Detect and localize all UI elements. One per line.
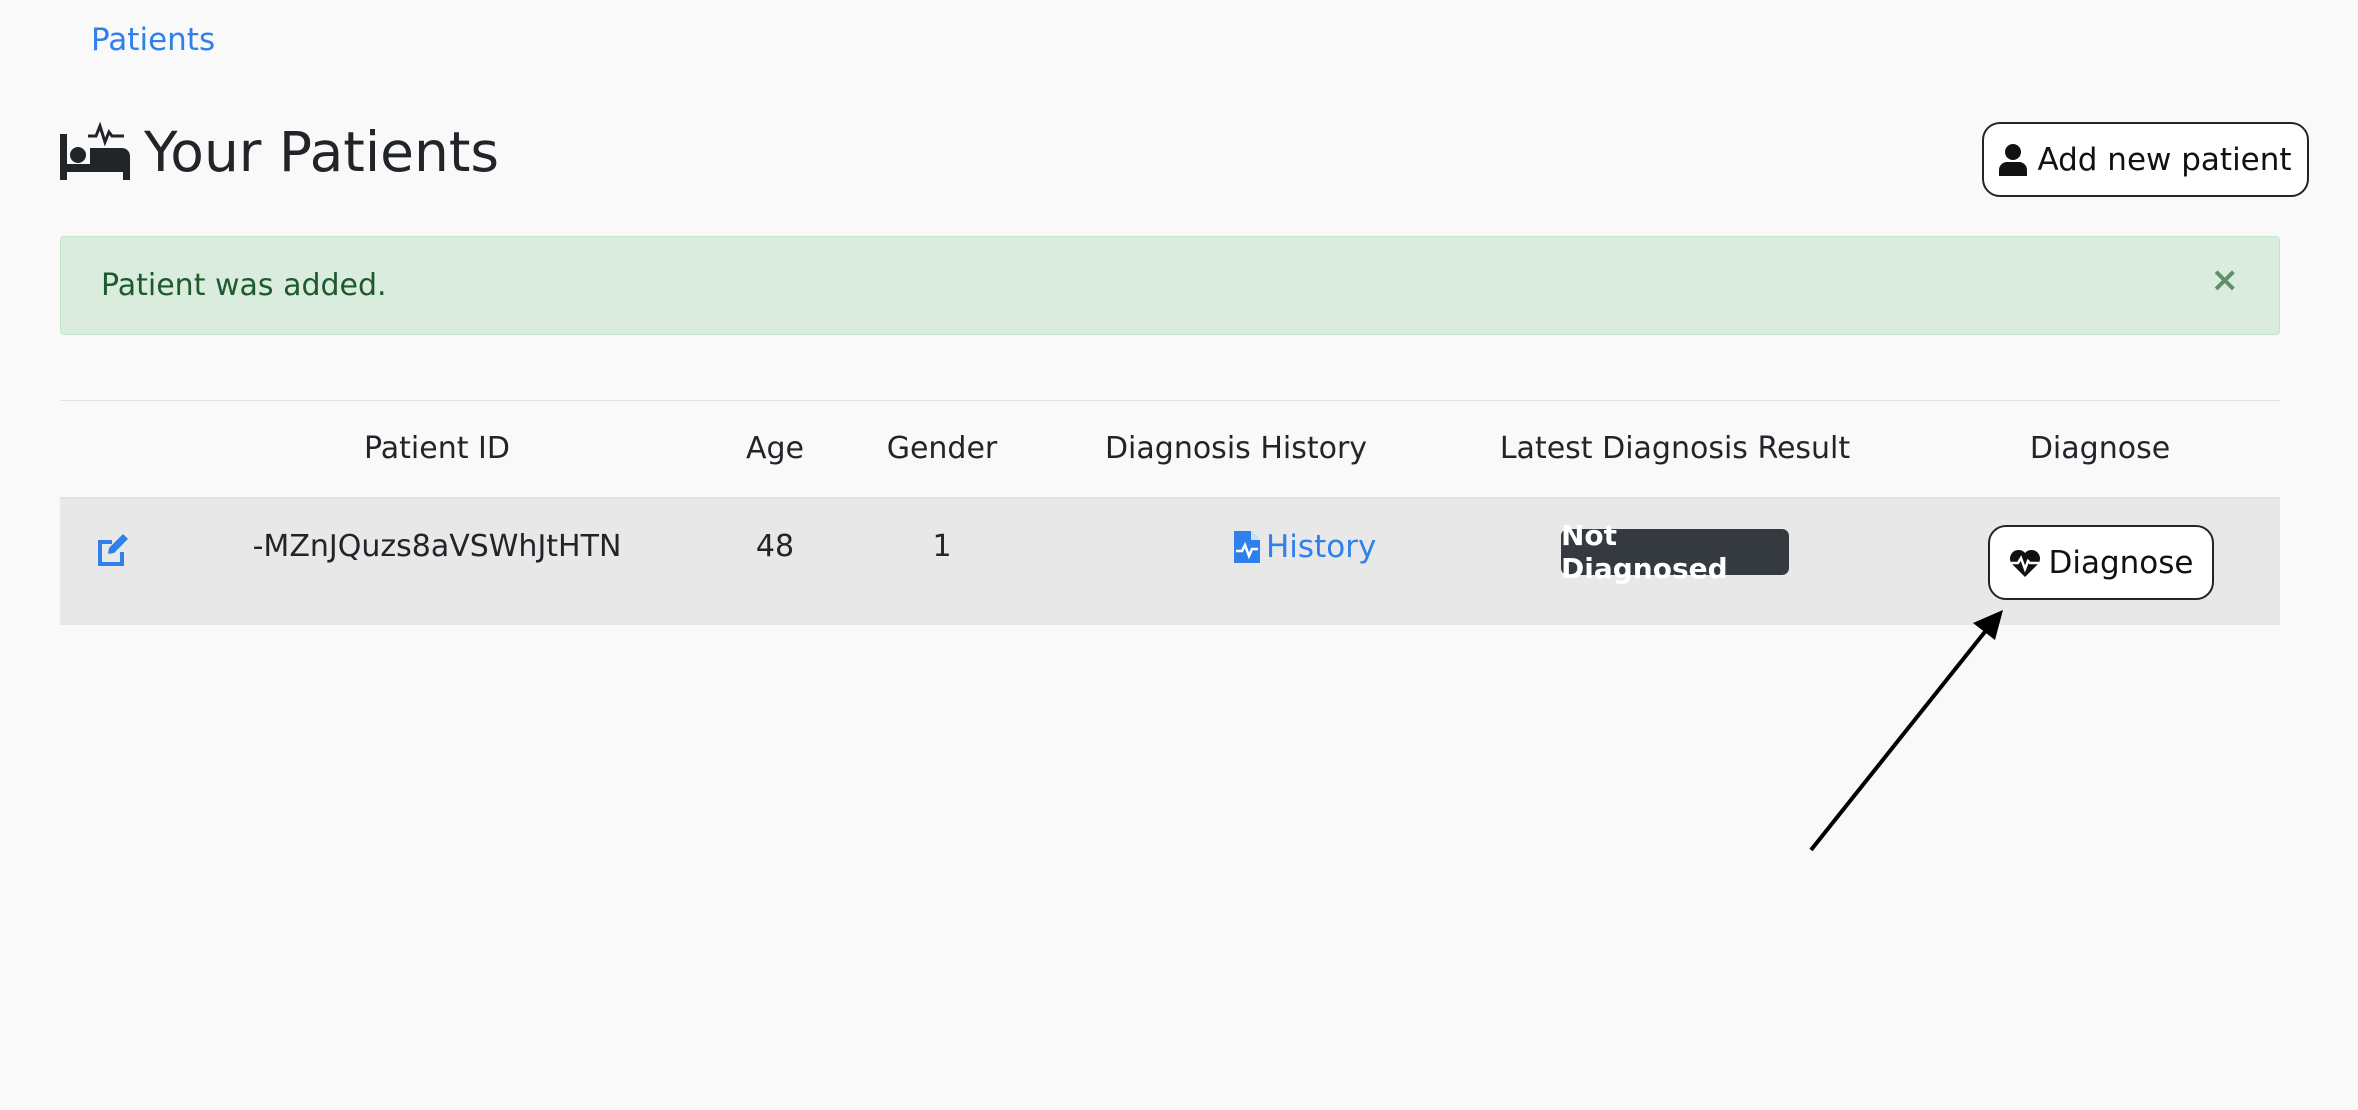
diagnose-button[interactable]: Diagnose [1988,525,2214,600]
heartbeat-icon [2009,549,2040,577]
bed-pulse-icon [60,122,130,180]
add-new-patient-button[interactable]: Add new patient [1982,122,2309,197]
gender-cell: 1 [932,529,952,564]
success-alert: Patient was added. × [60,236,2280,335]
header-diagnose: Diagnose [2029,431,2171,466]
header-age: Age [745,431,805,466]
breadcrumb-patients-link[interactable]: Patients [91,22,215,58]
file-medical-icon [1234,531,1260,563]
table-header: Patient ID Age Gender Diagnosis History … [60,401,2280,499]
diagnose-label: Diagnose [2048,544,2194,581]
alert-message: Patient was added. [101,268,387,303]
header-latest-diagnosis-result: Latest Diagnosis Result [1499,431,1851,466]
page-header: Your Patients [60,120,499,184]
table-row: -MZnJQuzs8aVSWhJtHTN 48 1 History Not Di… [60,499,2280,625]
history-label: History [1266,529,1377,565]
status-badge: Not Diagnosed [1561,519,1789,585]
header-gender: Gender [886,431,998,466]
add-new-patient-label: Add new patient [2037,141,2292,178]
header-patient-id: Patient ID [364,431,510,466]
page: Patients Your Patients Add new patient P… [0,0,2358,1110]
patients-table: Patient ID Age Gender Diagnosis History … [60,400,2280,625]
edit-icon[interactable] [94,532,130,568]
page-title: Your Patients [144,120,500,184]
header-diagnosis-history: Diagnosis History [1104,431,1368,466]
age-cell: 48 [755,529,795,564]
close-icon[interactable]: × [2211,263,2240,297]
user-icon [1999,143,2028,176]
history-link[interactable]: History [1234,529,1376,565]
patient-id-cell: -MZnJQuzs8aVSWhJtHTN [252,529,622,564]
